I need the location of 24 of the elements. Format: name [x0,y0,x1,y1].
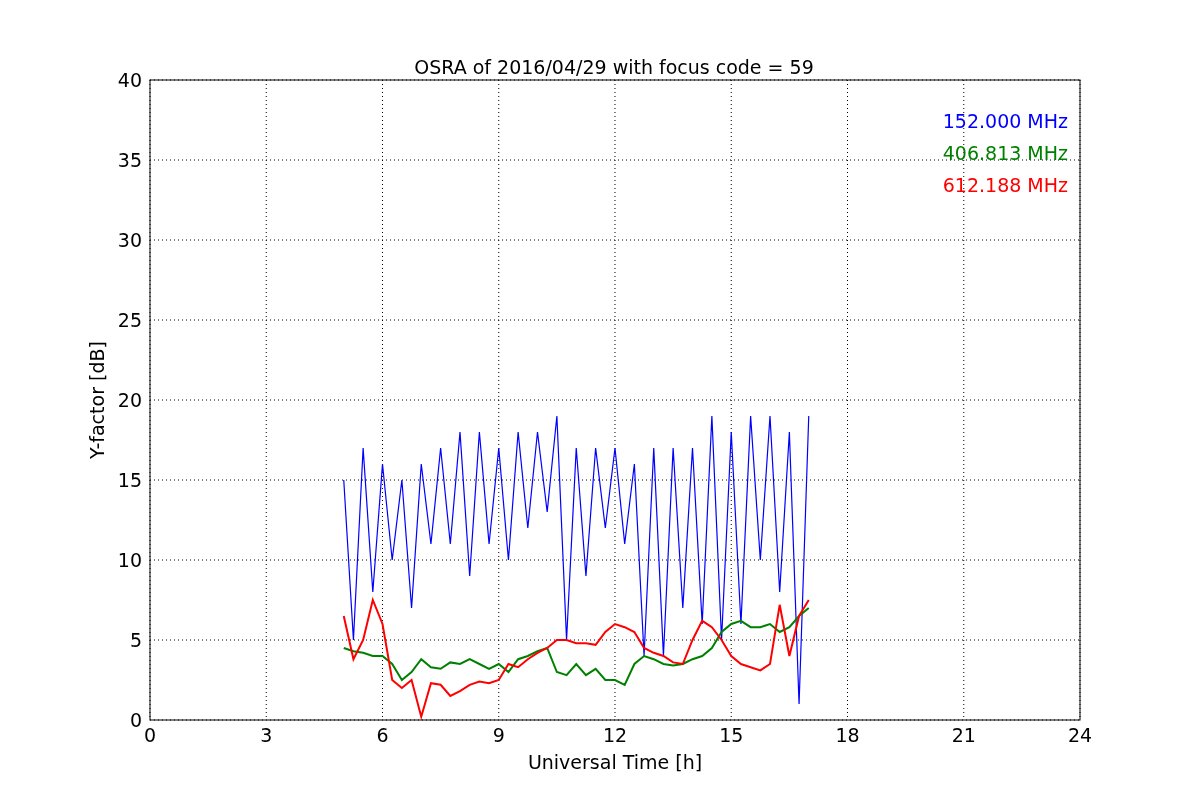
y-tick-label: 15 [117,469,142,491]
x-tick-label: 0 [143,724,157,746]
y-tick-label: 40 [117,69,142,91]
y-tick-label: 30 [117,229,142,251]
legend-label: 612.188 MHz [942,174,1068,196]
y-tick-label: 0 [129,709,142,731]
y-tick-label: 25 [117,309,142,331]
x-tick-label: 21 [951,724,976,746]
y-tick-label: 20 [117,389,142,411]
legend-label: 406.813 MHz [942,142,1068,164]
y-tick-label: 10 [117,549,142,571]
x-tick-label: 3 [260,724,273,746]
chart-title: OSRA of 2016/04/29 with focus code = 59 [414,56,814,78]
x-tick-label: 24 [1067,724,1093,746]
x-tick-label: 9 [492,724,505,746]
x-tick-label: 18 [835,724,860,746]
y-tick-label: 35 [117,149,142,171]
x-tick-label: 15 [719,724,744,746]
legend-label: 152.000 MHz [942,110,1068,132]
y-axis-label: Y-factor [dB] [86,341,108,459]
y-tick-label: 5 [129,629,142,651]
x-tick-label: 6 [376,724,389,746]
x-axis-label: Universal Time [h] [527,751,703,773]
x-tick-label: 12 [602,724,628,746]
